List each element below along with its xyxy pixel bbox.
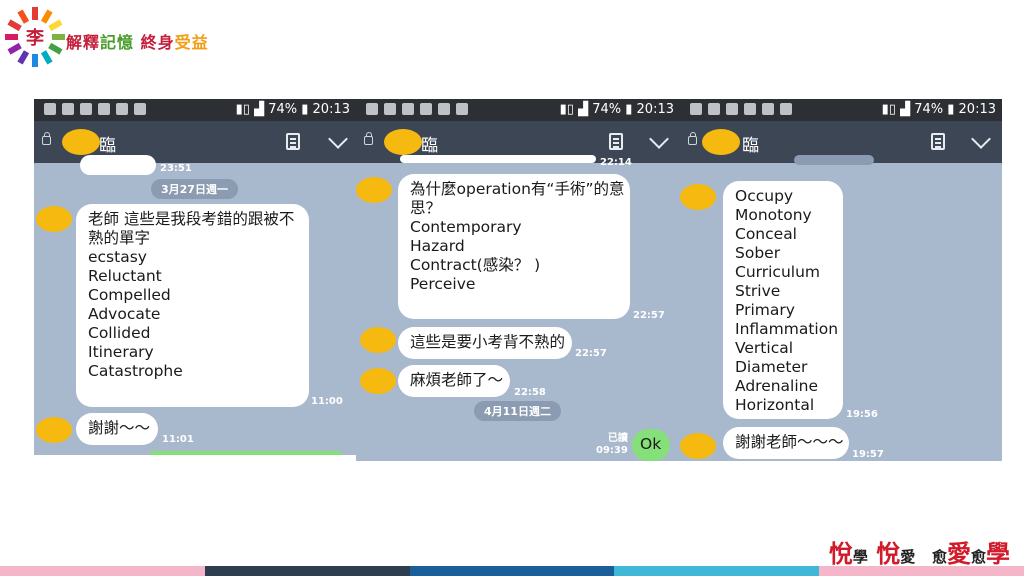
message-bubble: 麻煩老師了～ [398, 365, 510, 397]
message-bubble: 謝謝老師～～～ [723, 427, 849, 459]
avatar [356, 177, 392, 203]
status-bar: ▮▯ ▟ 74% ▮ 20:13 [356, 99, 680, 121]
notes-icon[interactable] [931, 133, 945, 150]
message-time: 22:58 [514, 387, 546, 398]
reply-bubble-partial [150, 451, 342, 455]
lock-icon [42, 132, 51, 145]
avatar [680, 433, 716, 459]
chat-title: 臨 [99, 136, 116, 156]
message-bubble: 老師 這些是我段考錯的跟被不 熟的單字 ecstasy Reluctant Co… [76, 204, 309, 407]
message-time: 22:57 [633, 310, 665, 321]
chevron-down-icon[interactable] [971, 129, 991, 149]
lock-icon [364, 132, 373, 145]
message-time: 11:00 [311, 396, 343, 407]
avatar [36, 206, 72, 232]
avatar [360, 327, 396, 353]
avatar [360, 368, 396, 394]
chevron-down-icon[interactable] [649, 129, 669, 149]
message-time: 11:01 [162, 434, 194, 445]
status-bar: ▮▯ ▟ 74% ▮ 20:13 [34, 99, 356, 121]
read-receipt: 已讀 09:39 [596, 433, 628, 456]
reply-bubble: Ok [632, 429, 670, 461]
message-bubble: Occupy Monotony Conceal Sober Curriculum… [723, 181, 843, 419]
svg-text:李: 李 [25, 28, 45, 49]
avatar [384, 129, 422, 155]
avatar [36, 417, 72, 443]
date-separator: 3月27日週一 [151, 179, 238, 199]
message-bubble: 這些是要小考背不熟的 [398, 327, 572, 359]
message-time: 22:57 [575, 348, 607, 359]
chat-screenshot-2: ▮▯ ▟ 74% ▮ 20:13 臨 22:14 為什麼operation有“手… [356, 99, 680, 461]
message-time: 23:51 [160, 163, 192, 174]
message-bubble [80, 155, 156, 175]
logo-icon: 李 [5, 7, 65, 67]
notes-icon[interactable] [609, 133, 623, 150]
chat-title: 臨 [421, 136, 438, 156]
chat-title: 臨 [742, 136, 759, 156]
chevron-down-icon[interactable] [328, 129, 348, 149]
date-separator [794, 155, 874, 165]
notes-icon[interactable] [286, 133, 300, 150]
avatar [62, 129, 100, 155]
slogan: 悅學 悅愛 愈愛愈學 [828, 540, 1010, 568]
status-bar: ▮▯ ▟ 74% ▮ 20:13 [680, 99, 1002, 121]
footer-color-bar [0, 566, 1024, 576]
message-time: 22:14 [600, 157, 632, 168]
date-separator: 4月11日週二 [474, 401, 561, 421]
message-time: 19:57 [852, 449, 884, 460]
message-bubble [400, 155, 596, 163]
message-bubble: 為什麼operation有“手術”的意 思？ Contemporary Haza… [398, 174, 630, 319]
avatar [702, 129, 740, 155]
lock-icon [688, 132, 697, 145]
chat-screenshot-1: ▮▯ ▟ 74% ▮ 20:13 臨 23:51 3月27日週一 老師 這些是我… [34, 99, 356, 455]
brand-title: 解釋記憶 終身受益 [66, 33, 209, 52]
message-bubble: 謝謝～～ [76, 413, 158, 445]
avatar [680, 184, 716, 210]
message-time: 19:56 [846, 409, 878, 420]
chat-screenshot-3: ▮▯ ▟ 74% ▮ 20:13 臨 Occupy Monotony Conce… [680, 99, 1002, 461]
